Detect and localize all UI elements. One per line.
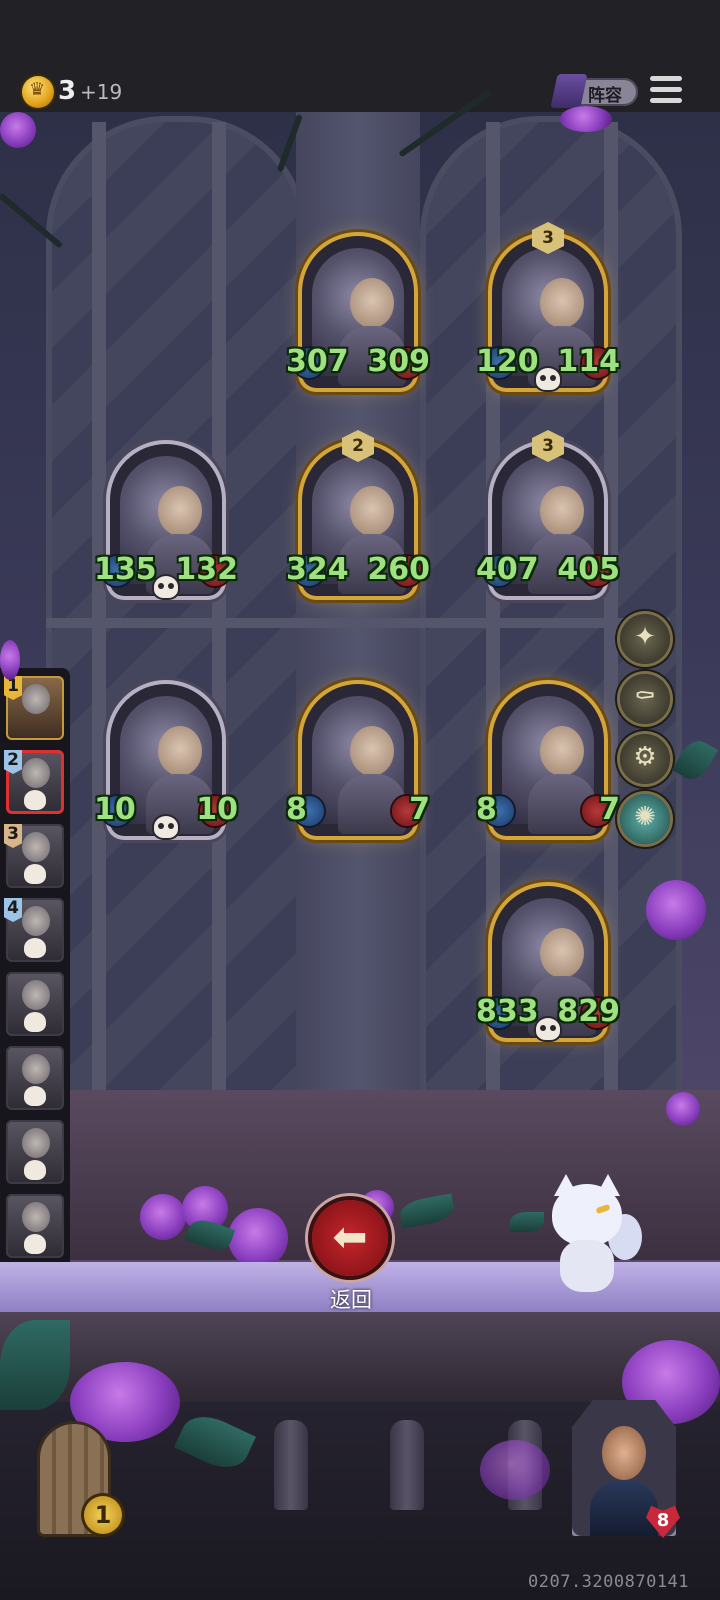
unit-attack: 324 <box>286 552 349 587</box>
window-crossbar <box>46 618 670 628</box>
rose-decoration <box>228 1208 288 1268</box>
skull-icon <box>24 1234 46 1254</box>
roster-rank: 4 <box>4 898 22 922</box>
unit-card[interactable]: 3 407 405 <box>476 430 620 604</box>
unit-attack: 407 <box>476 552 539 587</box>
unit-health: 309 <box>367 344 430 379</box>
avatar <box>22 980 50 1010</box>
star-wand-icon[interactable]: ✦ <box>620 614 670 664</box>
skull-icon <box>536 1018 560 1040</box>
unit-attack: 307 <box>286 344 349 379</box>
unit-health: 829 <box>557 994 620 1029</box>
unit-card[interactable]: 833 829 <box>476 886 620 1046</box>
roster-rank: 2 <box>4 750 22 774</box>
top-bar: 3 +19 阵容 <box>0 0 720 112</box>
skull-icon <box>24 864 46 884</box>
leaf-decoration <box>0 1320 70 1410</box>
unit-card[interactable]: 307 309 <box>286 236 430 396</box>
roster-slot[interactable]: 2 <box>4 750 64 814</box>
avatar <box>602 1426 646 1480</box>
gold-amount: 3 <box>58 76 77 106</box>
avatar <box>22 906 50 936</box>
baluster <box>274 1420 308 1510</box>
rose-decoration <box>666 1092 700 1126</box>
unit-card[interactable]: 3 120 114 <box>476 222 620 396</box>
unit-attack: 120 <box>476 344 539 379</box>
avatar <box>22 832 50 862</box>
rose-decoration <box>646 880 706 940</box>
skull-icon <box>154 576 178 598</box>
unit-card[interactable]: 135 132 <box>94 444 238 604</box>
rose-decoration <box>0 640 20 680</box>
unit-card[interactable]: 8 7 <box>476 684 620 844</box>
roster-slot[interactable]: 1 <box>4 676 64 740</box>
avatar <box>22 758 50 788</box>
unit-health: 10 <box>196 792 238 827</box>
unit-attack: 8 <box>476 792 497 827</box>
hero-portrait[interactable]: 8 <box>572 1400 680 1538</box>
rose-decoration <box>140 1194 186 1240</box>
menu-icon[interactable] <box>650 76 682 106</box>
unit-health: 260 <box>367 552 430 587</box>
unit-health: 7 <box>599 792 620 827</box>
avatar <box>22 1202 50 1232</box>
rose-decoration <box>0 112 36 148</box>
skull-icon <box>24 1086 46 1106</box>
gold-coin-icon <box>22 76 54 108</box>
unit-attack: 833 <box>476 994 539 1029</box>
skull-icon <box>24 790 46 810</box>
unit-portrait <box>312 696 406 834</box>
roster-slot[interactable] <box>6 1046 64 1110</box>
skull-icon <box>536 368 560 390</box>
rose-decoration <box>560 106 612 132</box>
roster-rank: 1 <box>4 676 22 700</box>
unit-portrait <box>502 696 596 834</box>
unit-health: 405 <box>557 552 620 587</box>
cat-pet[interactable] <box>548 1174 642 1300</box>
back-button[interactable]: ⬅ <box>312 1200 388 1276</box>
unit-health: 114 <box>557 344 620 379</box>
swirl-orb-icon[interactable]: ✺ <box>620 794 670 844</box>
leaf-decoration <box>510 1212 544 1232</box>
unit-card[interactable]: 8 7 <box>286 684 430 844</box>
lineup-label: 阵容 <box>588 86 622 106</box>
unit-health: 7 <box>409 792 430 827</box>
pillar <box>92 122 106 1102</box>
gold-income: +19 <box>80 80 123 104</box>
pillar <box>212 122 226 1102</box>
unit-health: 132 <box>175 552 238 587</box>
roster-slot[interactable] <box>6 972 64 1036</box>
build-id: 0207.3200870141 <box>528 1572 690 1592</box>
unit-attack: 135 <box>94 552 157 587</box>
unit-card[interactable]: 2 324 260 <box>286 430 430 604</box>
chest-count-badge: 1 <box>84 1496 122 1534</box>
avatar <box>22 684 50 714</box>
roster-slot[interactable] <box>6 1194 64 1258</box>
lineup-button[interactable]: 阵容 <box>550 74 638 108</box>
coffin-icon[interactable]: ⚰ <box>620 674 670 724</box>
opponent-roster: 1 2 3 4 <box>0 668 70 1294</box>
skull-icon <box>24 1012 46 1032</box>
back-label: 返回 <box>330 1288 372 1312</box>
roster-slot[interactable] <box>6 1120 64 1184</box>
roster-slot[interactable]: 3 <box>4 824 64 888</box>
unit-attack: 10 <box>94 792 136 827</box>
baluster <box>390 1420 424 1510</box>
unit-card[interactable]: 10 10 <box>94 684 238 844</box>
book-icon <box>550 74 588 108</box>
treasure-chest[interactable]: 1 <box>10 1424 140 1544</box>
avatar <box>22 1054 50 1084</box>
clockwork-icon[interactable]: ⚙ <box>620 734 670 784</box>
skull-icon <box>154 816 178 838</box>
roster-slot[interactable]: 4 <box>4 898 64 962</box>
avatar <box>22 1128 50 1158</box>
rose-decoration <box>480 1440 550 1500</box>
skull-icon <box>24 1160 46 1180</box>
roster-rank: 3 <box>4 824 22 848</box>
arrow-left-icon: ⬅ <box>332 1212 368 1261</box>
skull-icon <box>24 938 46 958</box>
unit-attack: 8 <box>286 792 307 827</box>
